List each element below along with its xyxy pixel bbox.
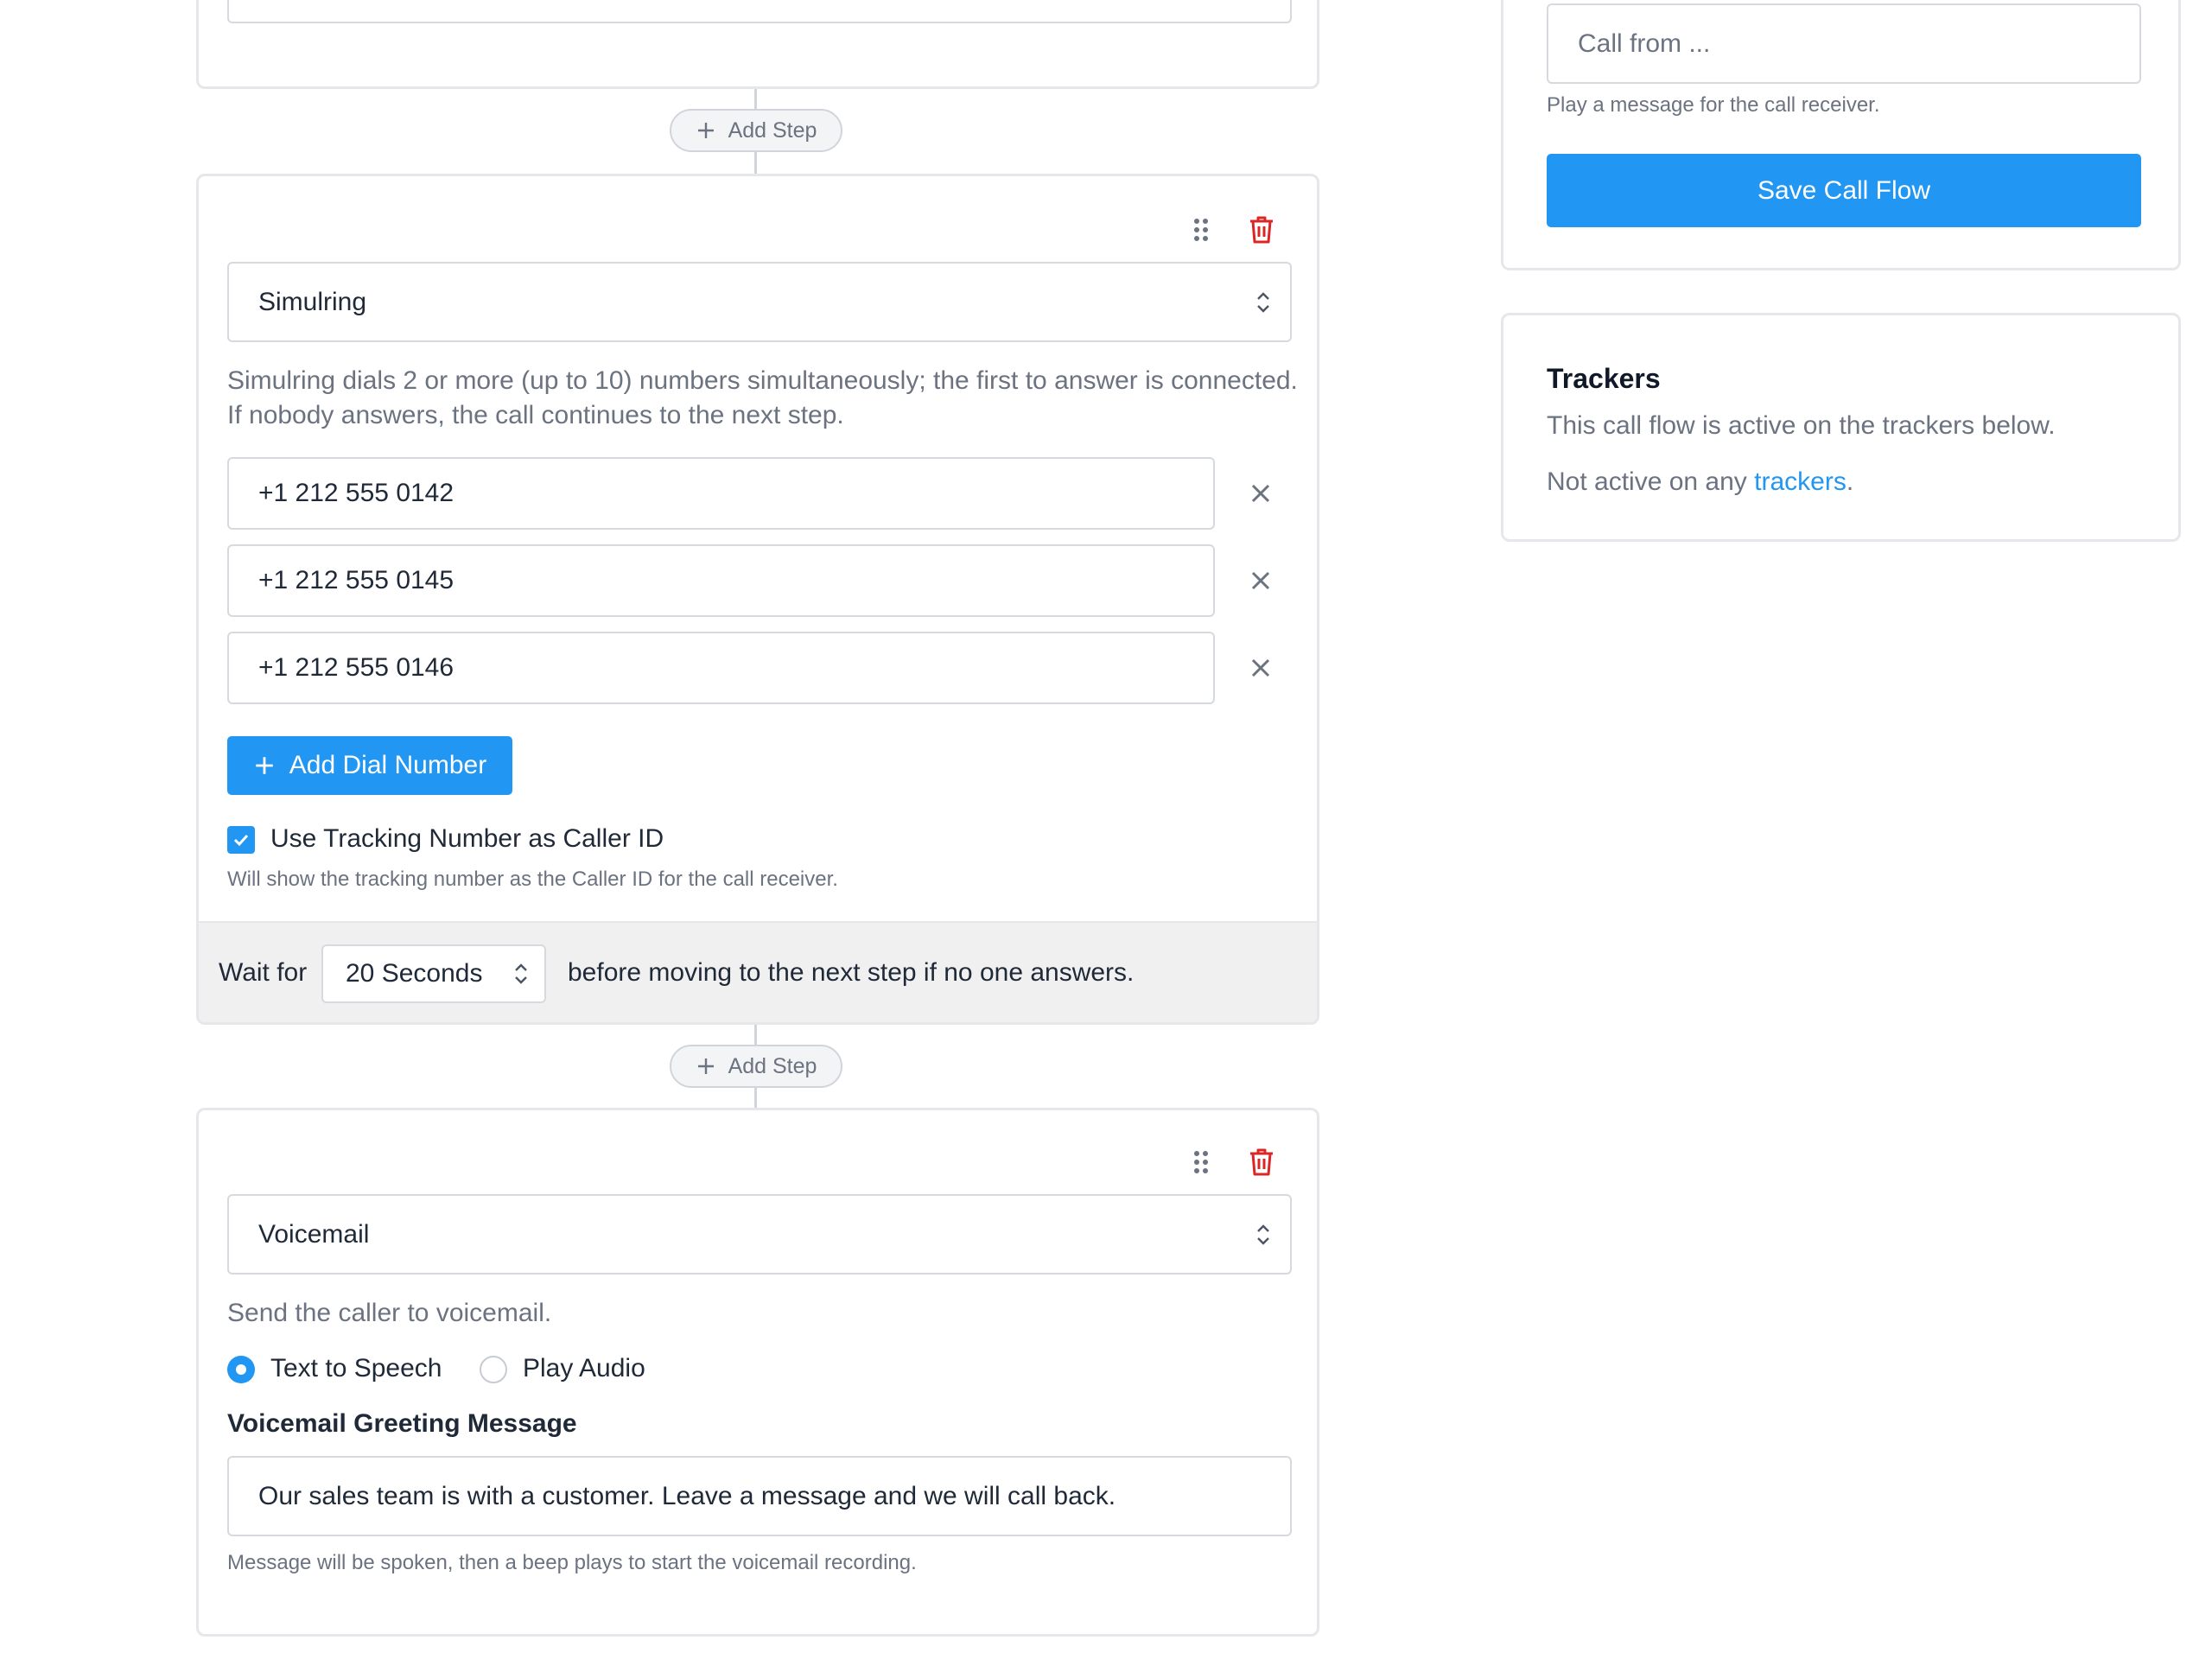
- step-type-value: Simulring: [258, 287, 367, 316]
- plus-icon: [697, 1058, 714, 1074]
- step-card-voicemail: Voicemail Send the caller to voicemail. …: [196, 1108, 1319, 1637]
- chevron-updown-icon: [515, 963, 527, 984]
- dial-number-input[interactable]: +1 212 555 0142: [227, 457, 1215, 530]
- add-dial-number-label: Add Dial Number: [289, 751, 487, 779]
- trackers-status: Not active on any trackers.: [1547, 465, 1853, 499]
- save-call-flow-label: Save Call Flow: [1757, 175, 1931, 205]
- caller-id-checkbox[interactable]: [227, 826, 255, 854]
- step-card-simulring: Simulring Simulring dials 2 or more (up …: [196, 174, 1319, 1025]
- check-icon: [233, 834, 249, 847]
- simulring-description-line2: If nobody answers, the call continues to…: [227, 401, 844, 429]
- save-call-flow-button[interactable]: Save Call Flow: [1547, 154, 2141, 227]
- add-step-label: Add Step: [728, 1053, 817, 1078]
- greeting-help: Message will be spoken, then a beep play…: [227, 1551, 917, 1574]
- trash-icon[interactable]: [1244, 1145, 1279, 1179]
- plus-icon: [256, 757, 273, 774]
- trackers-card: Trackers This call flow is active on the…: [1501, 313, 2181, 542]
- trackers-status-prefix: Not active on any: [1547, 467, 1755, 496]
- remove-number-icon[interactable]: [1244, 564, 1277, 597]
- radio-dot: [236, 1364, 246, 1375]
- call-settings-card: Call from ... Play a message for the cal…: [1501, 0, 2181, 270]
- wait-prefix: Wait for: [219, 958, 308, 987]
- add-dial-number-button[interactable]: Add Dial Number: [227, 736, 512, 795]
- step-type-select[interactable]: Voicemail: [227, 1194, 1292, 1274]
- add-step-label: Add Step: [728, 118, 817, 143]
- trash-icon[interactable]: [1244, 213, 1279, 247]
- drag-handle-icon[interactable]: [1184, 1145, 1218, 1179]
- step-card-top: [196, 0, 1319, 89]
- wait-duration-select[interactable]: 20 Seconds: [321, 944, 546, 1003]
- caller-id-help: Will show the tracking number as the Cal…: [227, 868, 838, 891]
- wait-bar: Wait for 20 Seconds before moving to the…: [199, 921, 1317, 1022]
- voicemail-description: Send the caller to voicemail.: [227, 1299, 552, 1327]
- chevron-updown-icon: [1257, 1224, 1269, 1245]
- call-from-placeholder: Call from ...: [1578, 29, 1711, 58]
- greeting-message-input[interactable]: Our sales team is with a customer. Leave…: [227, 1456, 1292, 1536]
- radio-text-to-speech-label[interactable]: Text to Speech: [270, 1354, 442, 1383]
- remove-number-icon[interactable]: [1244, 652, 1277, 684]
- top-step-field[interactable]: [227, 0, 1292, 23]
- trackers-status-suffix: .: [1846, 467, 1854, 496]
- dial-number-value: +1 212 555 0146: [258, 653, 454, 682]
- remove-number-icon[interactable]: [1244, 477, 1277, 510]
- wait-suffix: before moving to the next step if no one…: [568, 958, 1135, 987]
- wait-duration-value: 20 Seconds: [346, 959, 483, 988]
- chevron-updown-icon: [1257, 291, 1269, 313]
- dial-number-input[interactable]: +1 212 555 0145: [227, 544, 1215, 617]
- plus-icon: [697, 123, 714, 138]
- simulring-description-line1: Simulring dials 2 or more (up to 10) num…: [227, 366, 1298, 395]
- call-from-help: Play a message for the call receiver.: [1547, 93, 1880, 117]
- trackers-title: Trackers: [1547, 363, 1661, 394]
- trackers-description: This call flow is active on the trackers…: [1547, 411, 2056, 440]
- simulring-description: Simulring dials 2 or more (up to 10) num…: [227, 364, 1299, 433]
- greeting-message-value: Our sales team is with a customer. Leave…: [258, 1481, 1116, 1510]
- add-step-button[interactable]: Add Step: [670, 109, 842, 152]
- call-from-input[interactable]: Call from ...: [1547, 3, 2141, 84]
- trackers-link[interactable]: trackers: [1754, 467, 1847, 496]
- drag-handle-icon[interactable]: [1184, 213, 1218, 247]
- step-type-value: Voicemail: [258, 1219, 370, 1249]
- add-step-button[interactable]: Add Step: [670, 1045, 842, 1088]
- dial-number-value: +1 212 555 0142: [258, 479, 454, 507]
- greeting-label: Voicemail Greeting Message: [227, 1409, 577, 1438]
- radio-text-to-speech[interactable]: [227, 1356, 255, 1383]
- dial-number-value: +1 212 555 0145: [258, 566, 454, 594]
- caller-id-label[interactable]: Use Tracking Number as Caller ID: [270, 824, 664, 854]
- radio-play-audio[interactable]: [480, 1356, 507, 1383]
- step-type-select[interactable]: Simulring: [227, 262, 1292, 342]
- dial-number-input[interactable]: +1 212 555 0146: [227, 632, 1215, 704]
- radio-play-audio-label[interactable]: Play Audio: [523, 1354, 645, 1383]
